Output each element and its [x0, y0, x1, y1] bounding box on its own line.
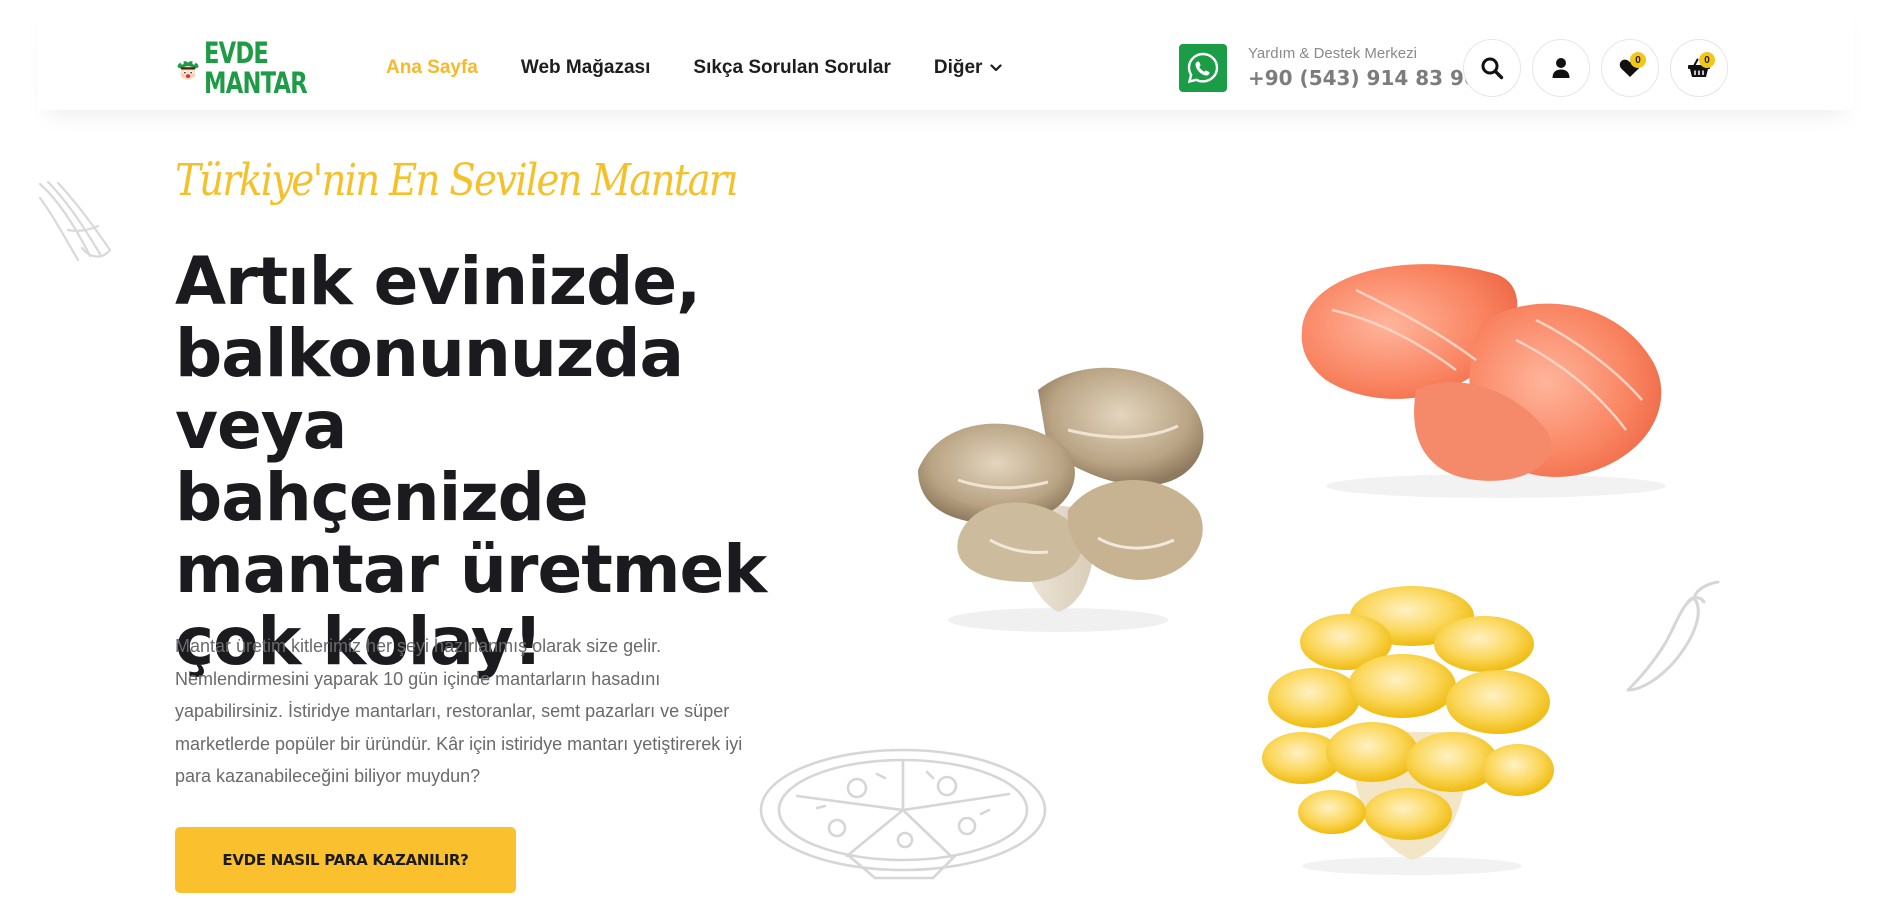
support-label: Yardım & Destek Merkezi: [1248, 45, 1417, 62]
gray-oyster-mushroom-image: [918, 367, 1204, 632]
site-header: EVDE MANTAR Ana Sayfa Web Mağazası Sıkça…: [38, 0, 1854, 110]
account-button[interactable]: [1532, 39, 1590, 97]
how-to-earn-button[interactable]: EVDE NASIL PARA KAZANILIR?: [175, 827, 516, 893]
support-text: Yardım & Destek Merkezi +90 (543) 914 83…: [1248, 45, 1478, 91]
main-nav: Ana Sayfa Web Mağazası Sıkça Sorulan Sor…: [386, 0, 1045, 136]
nav-item-other-label: Diğer: [933, 57, 983, 78]
cart-count-badge: 0: [1699, 52, 1715, 68]
nav-item-faq[interactable]: Sıkça Sorulan Sorular: [693, 57, 890, 79]
nav-item-web-store[interactable]: Web Mağazası: [521, 57, 651, 79]
whatsapp-icon[interactable]: [1179, 44, 1227, 92]
cart-button[interactable]: 0: [1670, 39, 1728, 97]
hero-description: Mantar üretim kitlerimiz her şeyi hazırl…: [175, 636, 743, 786]
logo-line-1: EVDE: [204, 36, 269, 70]
hero-title: Artık evinizde, balkonunuzda veya bahçen…: [175, 243, 767, 680]
hero-script-heading: Türkiye'nin En Sevilen Mantarı: [175, 155, 738, 206]
site-logo[interactable]: EVDE MANTAR: [176, 35, 336, 101]
pizza-sketch-icon: [759, 748, 1047, 880]
mushroom-mascot-icon: [177, 58, 199, 81]
support-phone[interactable]: +90 (543) 914 83 90: [1248, 65, 1478, 91]
search-icon: [1481, 57, 1504, 80]
nav-item-other[interactable]: Diğer: [934, 57, 1003, 79]
support-contact[interactable]: Yardım & Destek Merkezi +90 (543) 914 83…: [1179, 44, 1478, 92]
wishlist-count-badge: 0: [1630, 52, 1646, 68]
whatsapp-glyph-icon: [1187, 52, 1219, 84]
user-icon: [1552, 58, 1570, 78]
wishlist-button[interactable]: 0: [1601, 39, 1659, 97]
logo-line-2: MANTAR: [204, 66, 308, 100]
pink-oyster-mushroom-image: [1301, 264, 1666, 498]
logo-wordmark: EVDE MANTAR: [204, 36, 308, 100]
search-button[interactable]: [1463, 39, 1521, 97]
yellow-oyster-mushroom-image: [1262, 586, 1554, 875]
chevron-down-icon: [990, 64, 1003, 72]
chili-pepper-sketch-icon: [1626, 580, 1720, 692]
asparagus-sketch-icon: [38, 180, 112, 262]
nav-item-home[interactable]: Ana Sayfa: [386, 57, 478, 79]
